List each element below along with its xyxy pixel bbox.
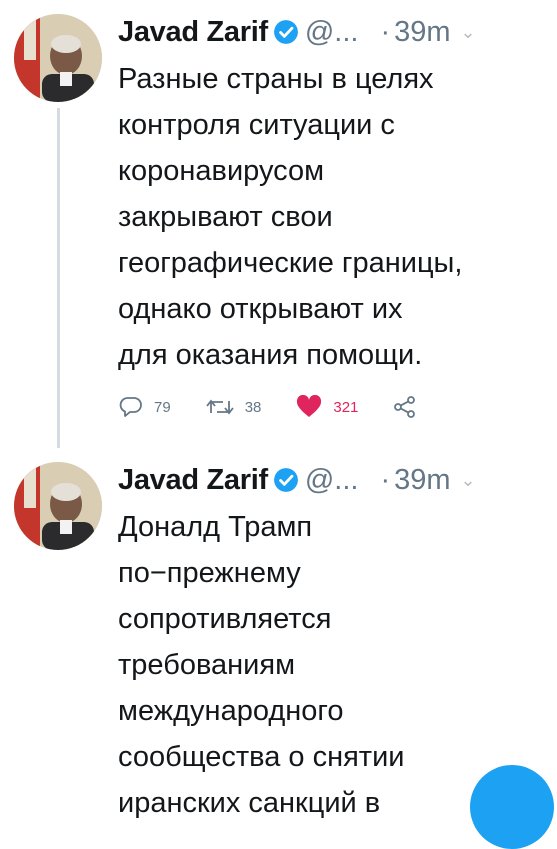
avatar[interactable] <box>14 462 102 550</box>
author-name[interactable]: Javad Zarif <box>118 16 268 49</box>
tweet-text-line: международного <box>118 695 344 727</box>
tweet-text-line: Доналд Трамп <box>118 511 313 543</box>
tweet-text-line: сообщества о снятии <box>118 741 405 773</box>
like-count: 321 <box>333 398 359 416</box>
avatar-image <box>14 462 102 550</box>
retweet-count: 38 <box>244 398 262 416</box>
verified-badge-icon <box>273 468 298 492</box>
tweet-text-line: географические границы, <box>118 247 463 279</box>
reply-button[interactable]: 79 <box>118 395 171 419</box>
compose-tweet-button[interactable] <box>470 765 554 849</box>
avatar-image <box>14 14 102 102</box>
tweet[interactable]: Javad Zarif @... · 39m ⌄ Доналд Трамп по… <box>0 448 557 819</box>
author-handle[interactable]: @... <box>305 464 359 497</box>
tweet-header: Javad Zarif @... · 39m ⌄ <box>118 458 547 502</box>
share-button[interactable] <box>392 395 428 419</box>
tweet-text-line: требованиям <box>118 649 296 681</box>
tweet-timestamp[interactable]: 39m <box>394 464 450 497</box>
tweet-content: Javad Zarif @... · 39m ⌄ Доналд Трамп по… <box>118 458 547 826</box>
tweet-content: Javad Zarif @... · 39m ⌄ Разные страны в… <box>118 10 547 378</box>
author-handle[interactable]: @... <box>305 16 359 49</box>
tweet-text-line: Разные страны в целях <box>118 63 434 95</box>
separator-dot: · <box>380 15 391 48</box>
tweet-text-line: сопротивляется <box>118 603 332 635</box>
chevron-down-icon[interactable]: ⌄ <box>461 22 476 43</box>
author-name[interactable]: Javad Zarif <box>118 464 268 497</box>
tweet-text-line: коронавирусом <box>118 155 325 187</box>
thread-line <box>57 108 60 448</box>
tweet-header: Javad Zarif @... · 39m ⌄ <box>118 10 547 54</box>
heart-icon <box>297 395 322 417</box>
tweet-timestamp[interactable]: 39m <box>394 16 450 49</box>
separator-dot: · <box>380 463 391 496</box>
verified-badge-icon <box>273 20 298 44</box>
reply-count: 79 <box>154 398 171 416</box>
retweet-icon <box>205 399 234 415</box>
avatar[interactable] <box>14 14 102 102</box>
like-button[interactable]: 321 <box>295 395 358 419</box>
share-icon <box>394 396 416 418</box>
tweet-text: Разные страны в целях контроля ситуации … <box>118 56 547 378</box>
tweet[interactable]: Javad Zarif @... · 39m ⌄ Разные страны в… <box>0 0 557 448</box>
tweet-text-line: для оказания помощи. <box>118 339 423 371</box>
chevron-down-icon[interactable]: ⌄ <box>461 470 476 491</box>
reply-icon <box>119 397 142 417</box>
tweet-text-line: по−прежнему <box>118 557 301 589</box>
tweet-text-line: закрывают свои <box>118 201 333 233</box>
tweet-actions: 79 38 321 <box>118 392 462 422</box>
retweet-button[interactable]: 38 <box>205 395 262 419</box>
tweet-text-line: контроля ситуации с <box>118 109 395 141</box>
tweet-text-line: однако открывают их <box>118 293 403 325</box>
